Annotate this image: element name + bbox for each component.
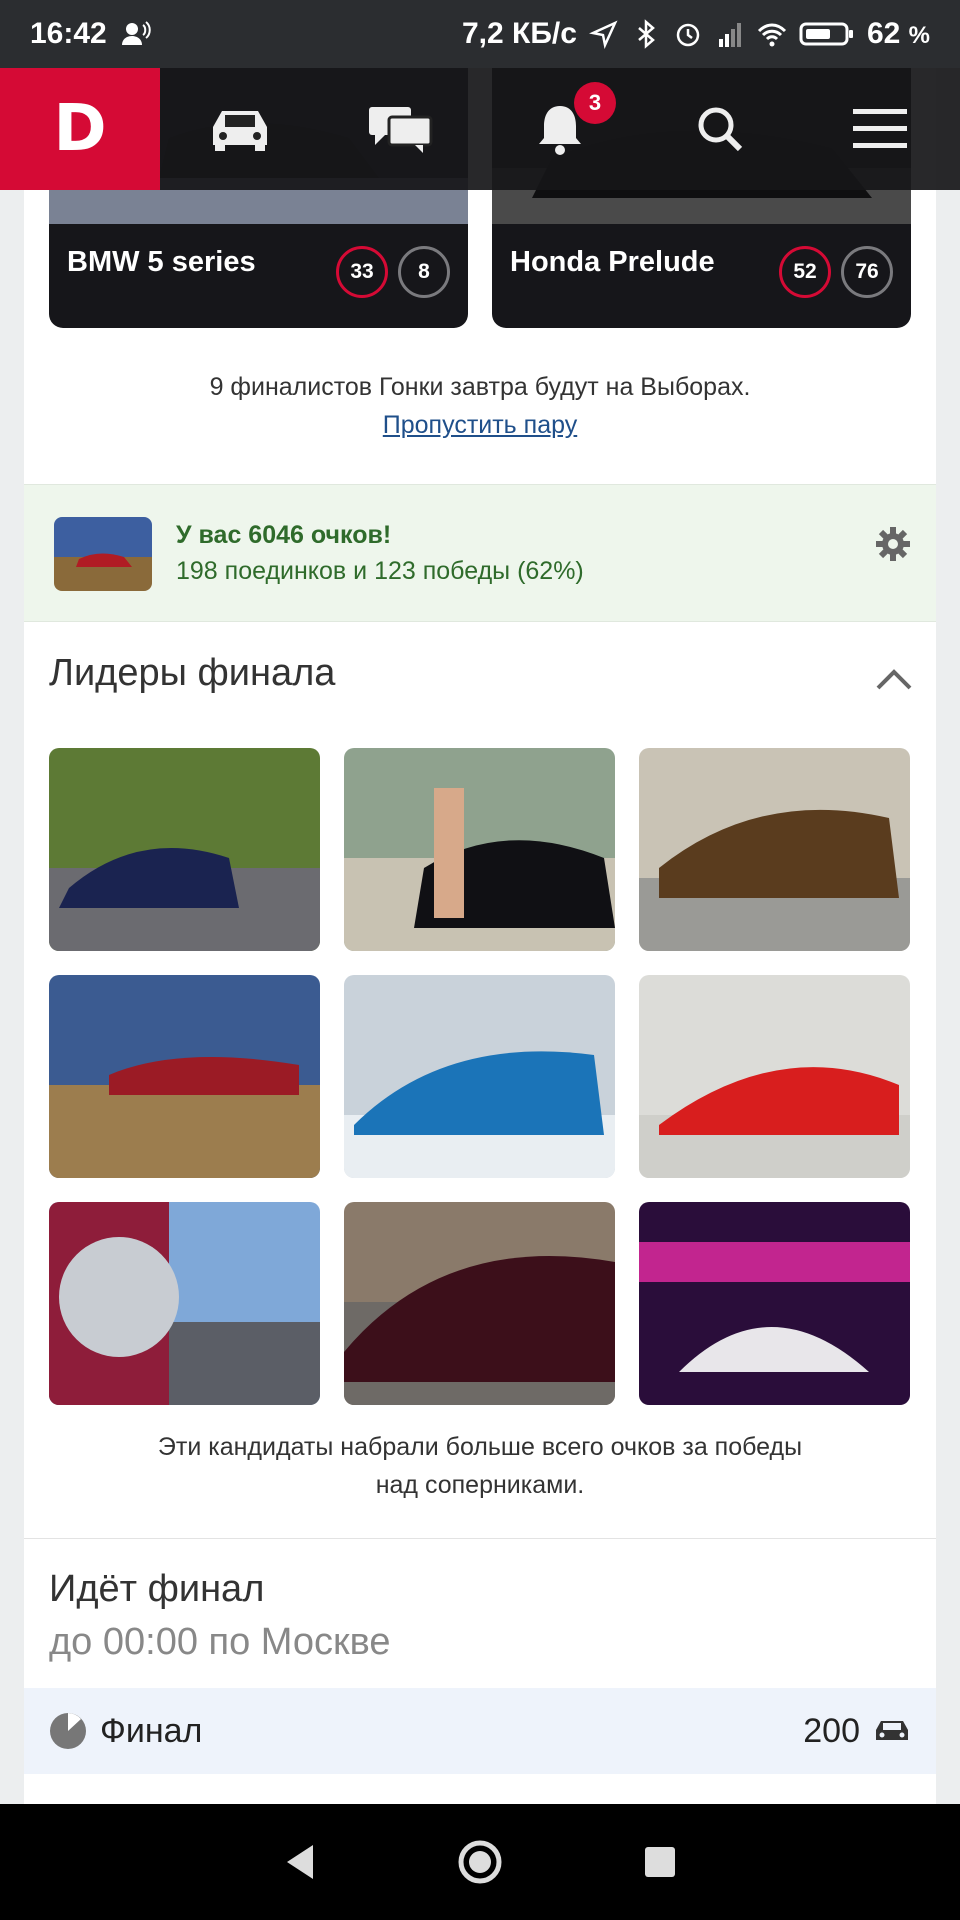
- status-bar: 16:42 7,2 КБ/с 62 %: [0, 0, 960, 68]
- gear-icon[interactable]: [874, 525, 912, 563]
- leader-photo[interactable]: [49, 748, 320, 951]
- leader-photo[interactable]: [344, 1202, 615, 1405]
- net-speed: 7,2 КБ/с: [462, 17, 577, 50]
- leader-photo[interactable]: [344, 975, 615, 1178]
- person-voice-icon: [121, 21, 151, 45]
- status-time: 16:42: [30, 17, 107, 50]
- battery-icon: [799, 22, 853, 46]
- chat-icon: [369, 107, 433, 153]
- car-icon: [213, 111, 267, 151]
- leader-photo[interactable]: [639, 748, 910, 951]
- score-comments: 8: [398, 246, 450, 298]
- search-icon: [698, 107, 743, 152]
- leaders-title: Лидеры финала: [49, 652, 336, 694]
- battery-percent: 62 %: [866, 17, 930, 50]
- wifi-icon: [757, 23, 786, 47]
- notifications-badge: 3: [574, 82, 616, 124]
- status-right: 7,2 КБ/с 62 %: [462, 17, 930, 51]
- next-stage-row-partial: [24, 1786, 936, 1804]
- leader-photo[interactable]: [344, 748, 615, 951]
- nav-cars[interactable]: [160, 68, 320, 190]
- skip-pair-link[interactable]: Пропустить пару: [383, 411, 577, 439]
- leaders-note-line2: над соперниками.: [375, 1471, 585, 1499]
- score-comments: 76: [841, 246, 893, 298]
- bluetooth-icon: [638, 19, 655, 49]
- alarm-icon: [676, 23, 700, 47]
- final-stage-row[interactable]: Финал 200: [24, 1688, 936, 1774]
- user-car-thumbnail: [54, 517, 152, 591]
- home-icon[interactable]: [457, 1839, 503, 1885]
- top-nav: D 3: [0, 68, 960, 190]
- leaders-note: Эти кандидаты набрали больше всего очков…: [24, 1428, 936, 1504]
- divider: [24, 1538, 936, 1539]
- main-content: BMW 5 series 33 8 Honda Prelude 52 76 9 …: [24, 68, 936, 1804]
- points-stats: 198 поединков и 123 победы (62%): [176, 557, 584, 585]
- chevron-up-icon[interactable]: [874, 664, 914, 692]
- back-icon[interactable]: [283, 1843, 317, 1881]
- drive2-logo[interactable]: D: [0, 68, 160, 190]
- nav-search[interactable]: [640, 68, 800, 190]
- final-deadline: до 00:00 по Москве: [49, 1621, 391, 1663]
- leader-photo[interactable]: [49, 975, 320, 1178]
- nav-messages[interactable]: [320, 68, 480, 190]
- points-title: У вас 6046 очков!: [176, 521, 392, 549]
- user-points-box: У вас 6046 очков! 198 поединков и 123 по…: [24, 484, 936, 622]
- nav-notifications[interactable]: 3: [480, 68, 640, 190]
- status-time-group: 16:42: [30, 17, 151, 51]
- final-stage-count: 200: [803, 1711, 860, 1750]
- leaders-grid: [49, 748, 911, 1405]
- final-title: Идёт финал: [49, 1568, 265, 1610]
- finalists-text: 9 финалистов Гонки завтра будут на Выбор…: [209, 373, 751, 401]
- location-icon: [588, 20, 618, 49]
- signal-icon: [718, 23, 741, 47]
- leader-photo[interactable]: [49, 1202, 320, 1405]
- finalists-note: 9 финалистов Гонки завтра будут на Выбор…: [24, 368, 936, 444]
- final-stage-label: Финал: [100, 1711, 203, 1750]
- car-icon: [876, 1721, 908, 1740]
- leader-photo[interactable]: [639, 975, 910, 1178]
- score-wins: 52: [779, 246, 831, 298]
- progress-pie-icon: [50, 1713, 86, 1749]
- score-wins: 33: [336, 246, 388, 298]
- nav-menu[interactable]: [800, 68, 960, 190]
- system-nav-bar: [0, 1804, 960, 1920]
- leader-photo[interactable]: [639, 1202, 910, 1405]
- hamburger-menu-icon: [853, 109, 907, 148]
- recents-icon[interactable]: [643, 1845, 677, 1879]
- leaders-note-line1: Эти кандидаты набрали больше всего очков…: [157, 1433, 803, 1461]
